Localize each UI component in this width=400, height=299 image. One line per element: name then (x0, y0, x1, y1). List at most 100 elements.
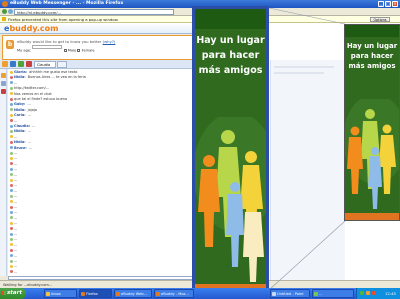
ad-line-3: más amigos (198, 65, 263, 76)
ebuddy-menu-icon[interactable] (2, 61, 8, 67)
contact-panel (270, 60, 345, 280)
ad-banner-small[interactable]: Hay un lugar para hacer más amigos (344, 24, 400, 221)
minimize-button[interactable]: _ (378, 1, 384, 7)
emoticon-icon (10, 70, 13, 74)
male-checkbox[interactable] (63, 49, 67, 52)
chat-message: ... (10, 156, 196, 161)
chat-text: ... (27, 129, 31, 134)
chat-text: ... (14, 232, 18, 236)
ad-banner-large[interactable]: Hay un lugar para hacer más amigos (192, 6, 269, 293)
taskbar-item[interactable]: eBuddy Web... (114, 289, 152, 298)
taskbar-item[interactable]: eBuddy - Moz... (154, 289, 194, 298)
chat-toolbar: Claudia (0, 60, 198, 69)
chat-text: ... (14, 178, 18, 182)
status-icon[interactable] (18, 61, 24, 67)
taskbar-item[interactable]: Inbox (44, 289, 77, 298)
ad-line-3: más amigos (348, 62, 396, 70)
chat-text: ... (14, 194, 18, 199)
security-icon[interactable] (372, 291, 376, 295)
chat-nick: Gloria: (14, 70, 28, 74)
emoticon-icon (10, 194, 13, 198)
age-input[interactable] (32, 45, 63, 49)
clock: 12:45 (385, 291, 396, 296)
ebuddy-logo[interactable]: ebuddy.com (4, 24, 58, 33)
chat-text: ... (14, 118, 18, 123)
chat-message: ... (10, 189, 196, 194)
chat-message: ... (10, 248, 196, 253)
back-icon[interactable] (2, 9, 7, 14)
why-link[interactable]: (why?) (103, 39, 116, 44)
emoticon-icon (10, 108, 13, 112)
chat-message: ... (10, 200, 196, 205)
chat-message: Gaby:... (10, 102, 196, 107)
chat-text: ... (14, 156, 18, 161)
female-label: Female (81, 48, 95, 53)
settings-icon[interactable] (26, 61, 32, 67)
forward-icon[interactable] (8, 9, 13, 14)
taskbar-item-label: Firefox (86, 292, 98, 296)
chat-message: ... (10, 237, 196, 242)
emoticon-icon (10, 92, 13, 96)
emoticon-icon (10, 75, 13, 79)
chat-message: ... (10, 210, 196, 215)
chat-tab-secondary[interactable] (57, 61, 67, 68)
app-icon (314, 292, 318, 296)
firefox-icon (2, 1, 8, 7)
start-label: start (7, 290, 22, 296)
chat-message: ... (10, 270, 196, 275)
address-bar[interactable]: http://nl.ebuddy.com/... (14, 9, 174, 15)
taskbar-item-label: eBuddy Web... (121, 292, 148, 296)
emoticon-icon (10, 81, 13, 85)
taskbar-item[interactable]: ... (312, 289, 354, 298)
chat-message: Gloria: ahhhhh me gusta ese texto (10, 70, 196, 75)
network-icon[interactable] (360, 291, 364, 295)
chat-text: ... (14, 237, 18, 242)
warning-icon (2, 17, 6, 21)
chat-message: ... (10, 243, 196, 248)
emoticon-icon (10, 146, 13, 150)
screenshot: eBuddy Web Messenger - ... - Mozilla Fir… (0, 0, 400, 299)
ad-footer-band (345, 213, 399, 220)
chat-text: ... (14, 259, 18, 263)
status-text: Waiting for ...ebuddy.com... (3, 283, 53, 287)
start-button[interactable]: start (0, 288, 26, 299)
emoticon-icon (10, 124, 13, 128)
chat-text: ... (14, 264, 18, 269)
notice-message: eBuddy would like to get to know you bet… (17, 39, 115, 44)
windows-logo-icon (2, 291, 6, 295)
taskbar-item-label: Untitled - Paint (277, 292, 304, 296)
window-title: eBuddy Web Messenger - ... - Mozilla Fir… (10, 1, 124, 6)
options-button[interactable]: Options (370, 17, 390, 22)
emoticon-icon (10, 113, 13, 117)
system-tray: 12:45 (356, 288, 400, 299)
emoticon-icon (10, 86, 13, 90)
chat-message: ... (10, 173, 196, 178)
maximize-button[interactable]: □ (385, 1, 391, 7)
close-button[interactable]: × (392, 1, 398, 7)
chat-text: ... (14, 151, 18, 155)
emoticon-icon (10, 254, 13, 258)
chat-text: ... (14, 134, 18, 139)
nudge-icon[interactable] (1, 89, 6, 94)
emoticon-icon (10, 183, 13, 187)
chat-message: ... (10, 151, 196, 156)
chat-nick: Bruce: (14, 145, 27, 150)
chat-text: ... (14, 188, 18, 193)
chat-message: Nos vemos en el chat (10, 92, 196, 97)
font-icon[interactable] (1, 81, 6, 86)
emoticon-icon (10, 248, 13, 252)
taskbar-item[interactable]: Firefox (79, 289, 112, 298)
messenger-icon[interactable] (366, 291, 370, 295)
female-checkbox[interactable] (77, 49, 81, 52)
chat-nick: Nidia: (14, 129, 26, 134)
chat-text: ... (14, 205, 18, 209)
chat-message: ... (10, 205, 196, 210)
smiley-icon[interactable] (1, 73, 6, 78)
chat-tab[interactable]: Claudia (34, 61, 56, 68)
chat-message: Nidia:... (10, 129, 196, 134)
taskbar-item[interactable]: Untitled - Paint (270, 289, 310, 298)
emoticon-icon (10, 259, 13, 263)
chat-nick: Carla: (14, 113, 26, 118)
contacts-icon[interactable] (10, 61, 16, 67)
emoticon-icon (10, 264, 13, 268)
